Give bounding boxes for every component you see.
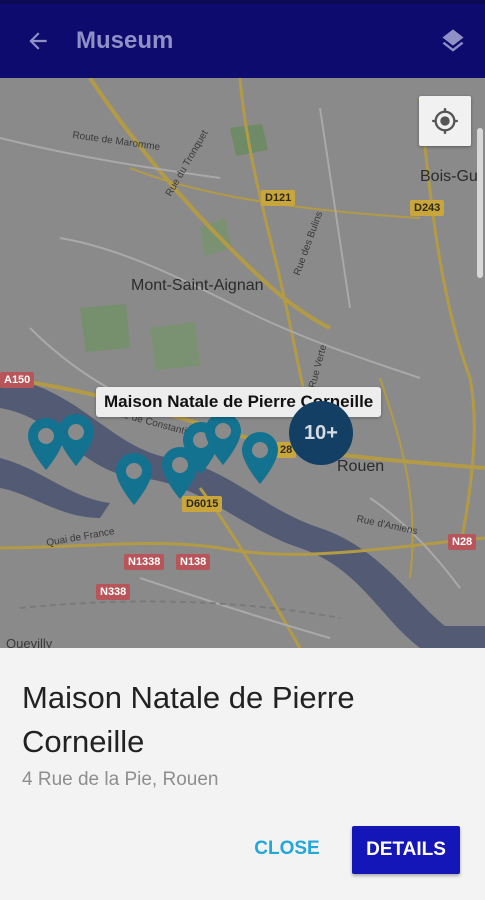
map-view[interactable]: Mont-Saint-Aignan Rouen Bois-Gu Quevilly… [0,78,485,648]
road-badge-n138: N138 [176,554,211,570]
page-title: Museum [76,27,174,54]
map-label-quevilly: Quevilly [6,636,53,648]
map-scrollbar [477,128,483,278]
marker-cluster[interactable]: 10+ [289,401,353,465]
road-badge-d243: D243 [410,200,445,216]
back-button[interactable] [0,4,76,78]
details-button[interactable]: DETAILS [352,826,460,874]
map-label-mont-saint-aignan: Mont-Saint-Aignan [131,277,264,294]
road-badge-n338: N338 [96,584,131,600]
map-pin[interactable] [203,411,243,467]
layers-icon [442,29,464,52]
map-pin-selected[interactable] [240,430,280,486]
road-badge-n1338: N1338 [124,554,165,570]
my-location-icon [432,108,458,134]
map-label-bois-gu: Bois-Gu [420,168,478,185]
road-badge-d121: D121 [261,190,296,206]
close-button[interactable]: CLOSE [244,824,330,874]
place-address: 4 Rue de la Pie, Rouen [22,769,219,790]
arrow-back-icon [29,32,47,50]
place-name: Maison Natale de Pierre Corneille [22,680,355,759]
my-location-button[interactable] [419,96,471,146]
map-base [0,78,485,648]
map-label-rouen: Rouen [337,458,385,475]
road-badge-a150: A150 [0,372,35,388]
map-pin[interactable] [114,451,154,507]
layers-button[interactable] [421,4,485,78]
app-bar: Museum [0,4,485,78]
road-badge-n28: N28 [448,534,477,550]
map-pin[interactable] [56,412,96,468]
place-bottom-sheet: Maison Natale de Pierre Corneille 4 Rue … [0,648,485,900]
